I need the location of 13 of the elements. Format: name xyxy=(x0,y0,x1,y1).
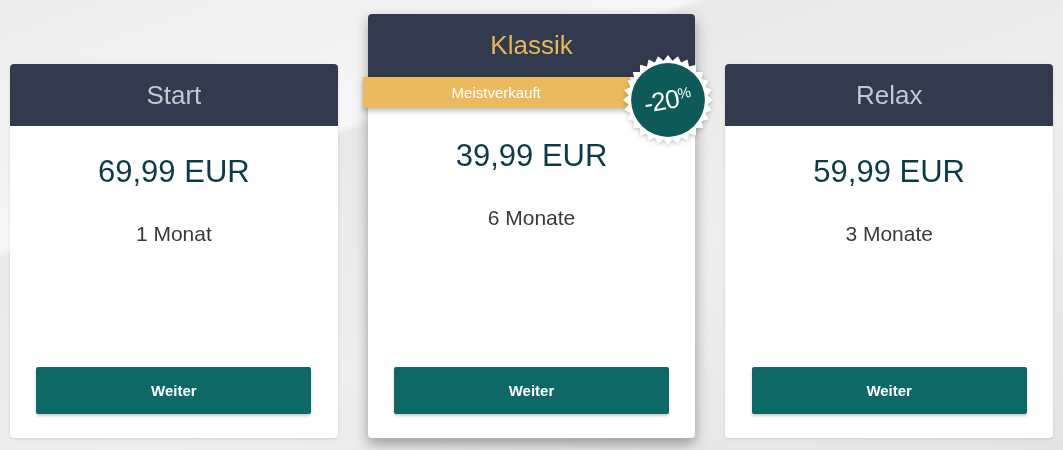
continue-button[interactable]: Weiter xyxy=(36,367,312,414)
plan-title: Relax xyxy=(855,79,923,111)
bestseller-ribbon: Meistverkauft xyxy=(362,77,630,108)
plan-title: Klassik xyxy=(490,30,573,61)
duration-text: 3 Monate xyxy=(845,222,933,246)
price-text: 39,99 EUR xyxy=(455,138,608,174)
duration-text: 6 Monate xyxy=(487,206,576,230)
continue-button[interactable]: Weiter xyxy=(751,367,1027,414)
price-text: 69,99 EUR xyxy=(98,154,250,190)
duration-text: 1 Monat xyxy=(135,222,212,246)
plan-title: Start xyxy=(146,79,202,111)
continue-button[interactable]: Weiter xyxy=(394,367,669,414)
price-text: 59,99 EUR xyxy=(813,154,965,190)
